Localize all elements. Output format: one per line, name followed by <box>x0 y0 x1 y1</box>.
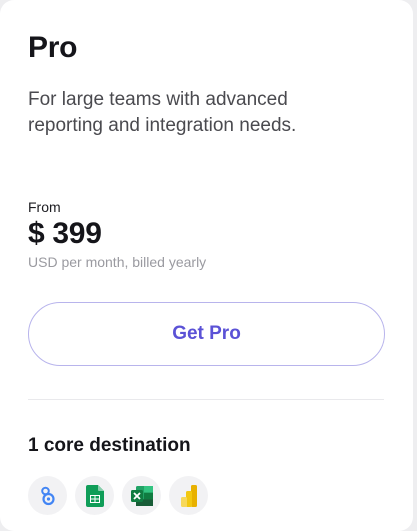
excel-icon[interactable] <box>122 476 161 515</box>
destination-icons <box>28 476 208 515</box>
google-sheets-icon[interactable] <box>75 476 114 515</box>
power-bi-icon[interactable] <box>169 476 208 515</box>
price-prefix: From <box>28 199 61 215</box>
price-note: USD per month, billed yearly <box>28 254 207 270</box>
divider <box>28 399 384 400</box>
pricing-card-pro: Pro For large teams with advanced report… <box>0 0 413 531</box>
plan-title: Pro <box>28 31 78 64</box>
price-amount: $ 399 <box>28 217 102 250</box>
destinations-heading: 1 core destination <box>28 435 191 456</box>
looker-studio-icon[interactable] <box>28 476 67 515</box>
plan-description: For large teams with advanced reporting … <box>28 89 297 136</box>
get-pro-button[interactable]: Get Pro <box>28 302 385 366</box>
